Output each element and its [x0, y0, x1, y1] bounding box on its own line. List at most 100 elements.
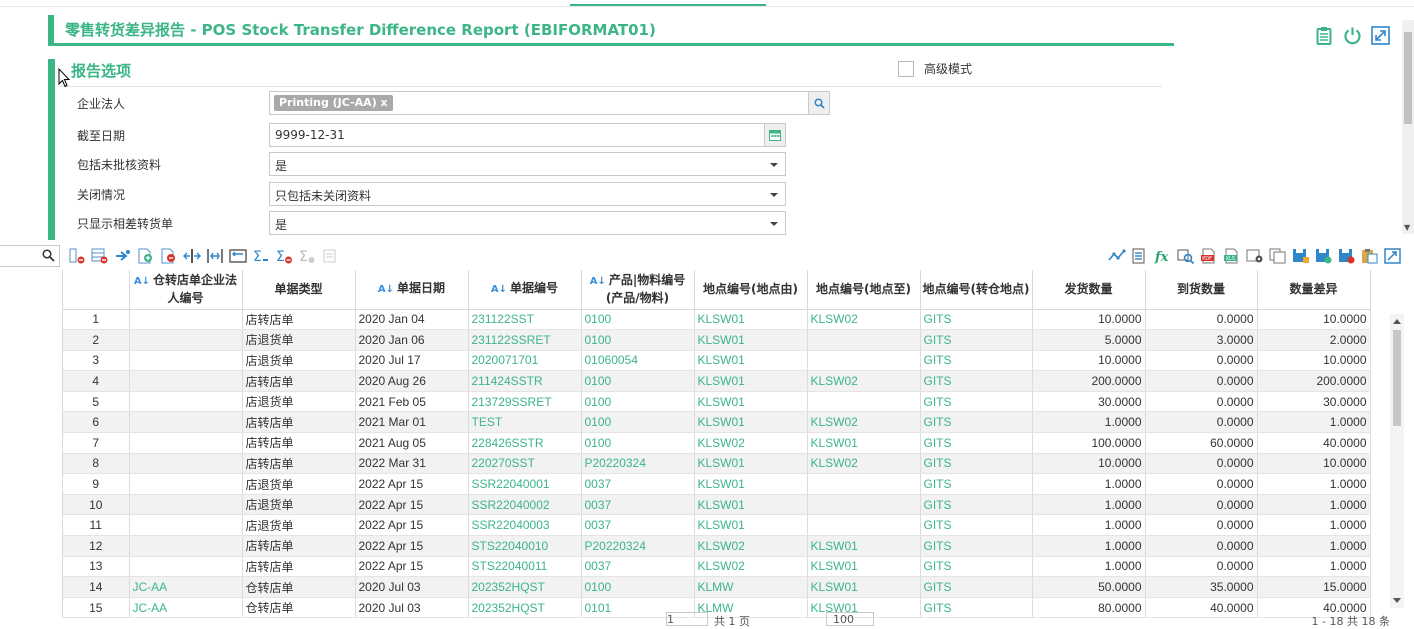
table-cell[interactable]: SSR22040002: [468, 494, 582, 516]
sort-az-icon[interactable]: A↓: [134, 276, 150, 287]
table-cell[interactable]: KLSW01: [694, 309, 808, 331]
remove-document-icon[interactable]: [158, 246, 179, 266]
advanced-mode-toggle[interactable]: 高级模式: [898, 60, 972, 77]
table-row[interactable]: 10 店退货单 2022 Apr 15 SSR22040002 0037 KLSW01 GI…: [63, 494, 1371, 516]
grid-scrollbar-thumb[interactable]: [1393, 330, 1401, 426]
table-row[interactable]: 7 店转店单 2021 Aug 05 228426SSTR 0100 KLSW02 KLSW…: [63, 432, 1371, 454]
grid-scrollbar[interactable]: [1390, 314, 1404, 608]
sum-remove-icon[interactable]: Σ: [273, 246, 294, 266]
column-header[interactable]: A↓ 产品|物料编号(产品/物料): [581, 270, 695, 310]
table-cell[interactable]: KLSW02: [694, 535, 808, 557]
table-cell[interactable]: [129, 473, 243, 495]
column-header[interactable]: 地点编号(地点至): [807, 270, 921, 310]
table-cell[interactable]: TEST: [468, 411, 582, 434]
paste-icon[interactable]: [1359, 246, 1380, 266]
table-cell[interactable]: [807, 350, 921, 372]
table-row[interactable]: 14 JC-AA 仓转店单 2020 Jul 03 202352HQST 0100 KLMW…: [63, 576, 1371, 598]
export-settings-icon[interactable]: [1244, 246, 1265, 266]
table-row[interactable]: 2 店退货单 2020 Jan 06 231122SSRET 0100 KLSW01 GIT…: [63, 329, 1371, 351]
date-picker-button[interactable]: [764, 123, 786, 147]
table-cell[interactable]: 231122SST: [468, 309, 582, 331]
sort-az-icon[interactable]: A↓: [590, 276, 606, 287]
table-cell[interactable]: KLSW01: [694, 350, 808, 372]
table-cell[interactable]: KLSW02: [807, 370, 921, 392]
fit-column-icon[interactable]: [204, 246, 225, 266]
table-cell[interactable]: KLSW01: [807, 432, 921, 454]
table-cell[interactable]: SSR22040003: [468, 514, 582, 537]
remove-grid-icon[interactable]: [89, 246, 110, 266]
column-header[interactable]: A↓ 仓转店单企业法人编号: [129, 270, 243, 310]
add-document-icon[interactable]: [135, 246, 156, 266]
table-cell[interactable]: [129, 432, 243, 454]
table-cell[interactable]: P20220324: [581, 453, 695, 475]
table-cell[interactable]: GITS: [920, 391, 1033, 413]
table-cell[interactable]: 231122SSRET: [468, 329, 582, 351]
expand-icon[interactable]: [1370, 25, 1390, 45]
table-cell[interactable]: STS22040011: [468, 556, 582, 578]
table-cell[interactable]: 211424SSTR: [468, 370, 582, 392]
table-row[interactable]: 6 店转店单 2021 Mar 01 TEST 0100 KLSW01 KLSW02 GITS…: [63, 411, 1371, 434]
table-cell[interactable]: 2020071701: [468, 350, 582, 372]
chart-icon[interactable]: [1106, 246, 1127, 266]
remove-column-icon[interactable]: [66, 246, 87, 266]
table-cell[interactable]: GITS: [920, 453, 1033, 475]
table-cell[interactable]: GITS: [920, 370, 1033, 392]
table-cell[interactable]: [807, 329, 921, 351]
table-cell[interactable]: KLMW: [694, 576, 808, 598]
table-cell[interactable]: KLSW01: [694, 494, 808, 516]
include-unapproved-select[interactable]: 是: [269, 152, 786, 176]
table-cell[interactable]: STS22040010: [468, 535, 582, 557]
table-cell[interactable]: 0100: [581, 391, 695, 413]
table-cell[interactable]: 0037: [581, 514, 695, 537]
table-cell[interactable]: KLSW02: [807, 453, 921, 475]
table-cell[interactable]: 01060054: [581, 350, 695, 372]
save-as-icon[interactable]: [1336, 246, 1357, 266]
table-cell[interactable]: 0100: [581, 432, 695, 454]
table-cell[interactable]: KLSW01: [694, 411, 808, 434]
table-cell[interactable]: GITS: [920, 556, 1033, 578]
table-cell[interactable]: [129, 411, 243, 434]
print-preview-icon[interactable]: [1175, 246, 1196, 266]
sort-az-icon[interactable]: A↓: [491, 284, 507, 295]
table-cell[interactable]: SSR22040001: [468, 473, 582, 495]
sort-az-icon[interactable]: A↓: [378, 284, 394, 295]
column-header[interactable]: A↓ 单据编号: [468, 270, 582, 310]
table-cell[interactable]: 0037: [581, 556, 695, 578]
table-cell[interactable]: [129, 453, 243, 475]
run-icon[interactable]: [112, 246, 133, 266]
cutoff-date-field[interactable]: 9999-12-31: [269, 123, 786, 147]
column-header[interactable]: 数量差异: [1257, 270, 1371, 310]
table-cell[interactable]: KLSW01: [694, 453, 808, 475]
formula-icon[interactable]: fx: [1152, 246, 1173, 266]
table-cell[interactable]: [129, 535, 243, 557]
table-cell[interactable]: KLSW01: [694, 391, 808, 413]
table-cell[interactable]: GITS: [920, 309, 1033, 331]
save-icon[interactable]: [1290, 246, 1311, 266]
table-cell[interactable]: [129, 391, 243, 413]
table-cell[interactable]: P20220324: [581, 535, 695, 557]
scroll-down-arrow-icon[interactable]: ▼: [1404, 223, 1410, 232]
page-size-select[interactable]: 100: [826, 612, 874, 626]
table-row[interactable]: 4 店转店单 2020 Aug 26 211424SSTR 0100 KLSW01 KLSW…: [63, 370, 1371, 392]
table-cell[interactable]: JC-AA: [129, 576, 243, 598]
grid-search-input[interactable]: [0, 245, 60, 267]
table-cell[interactable]: GITS: [920, 514, 1033, 537]
table-cell[interactable]: [129, 494, 243, 516]
table-cell[interactable]: GITS: [920, 329, 1033, 351]
save-add-icon[interactable]: [1313, 246, 1334, 266]
column-header[interactable]: 地点编号(地点由): [694, 270, 808, 310]
format-disabled-icon[interactable]: [319, 246, 340, 266]
table-cell[interactable]: GITS: [920, 411, 1033, 434]
fit-row-icon[interactable]: [227, 246, 248, 266]
diff-only-select[interactable]: 是: [269, 211, 786, 235]
table-cell[interactable]: GITS: [920, 432, 1033, 454]
table-cell[interactable]: [129, 370, 243, 392]
table-row[interactable]: 5 店退货单 2021 Feb 05 213729SSRET 0100 KLSW01 GIT…: [63, 391, 1371, 413]
clipboard-icon[interactable]: [1314, 25, 1334, 45]
column-settings-icon[interactable]: [1129, 246, 1150, 266]
table-cell[interactable]: KLSW01: [807, 535, 921, 557]
close-status-select[interactable]: 只包括未关闭资料: [269, 182, 786, 206]
table-cell[interactable]: KLSW01: [694, 514, 808, 537]
table-cell[interactable]: 0037: [581, 473, 695, 495]
column-header[interactable]: 到货数量: [1145, 270, 1258, 310]
